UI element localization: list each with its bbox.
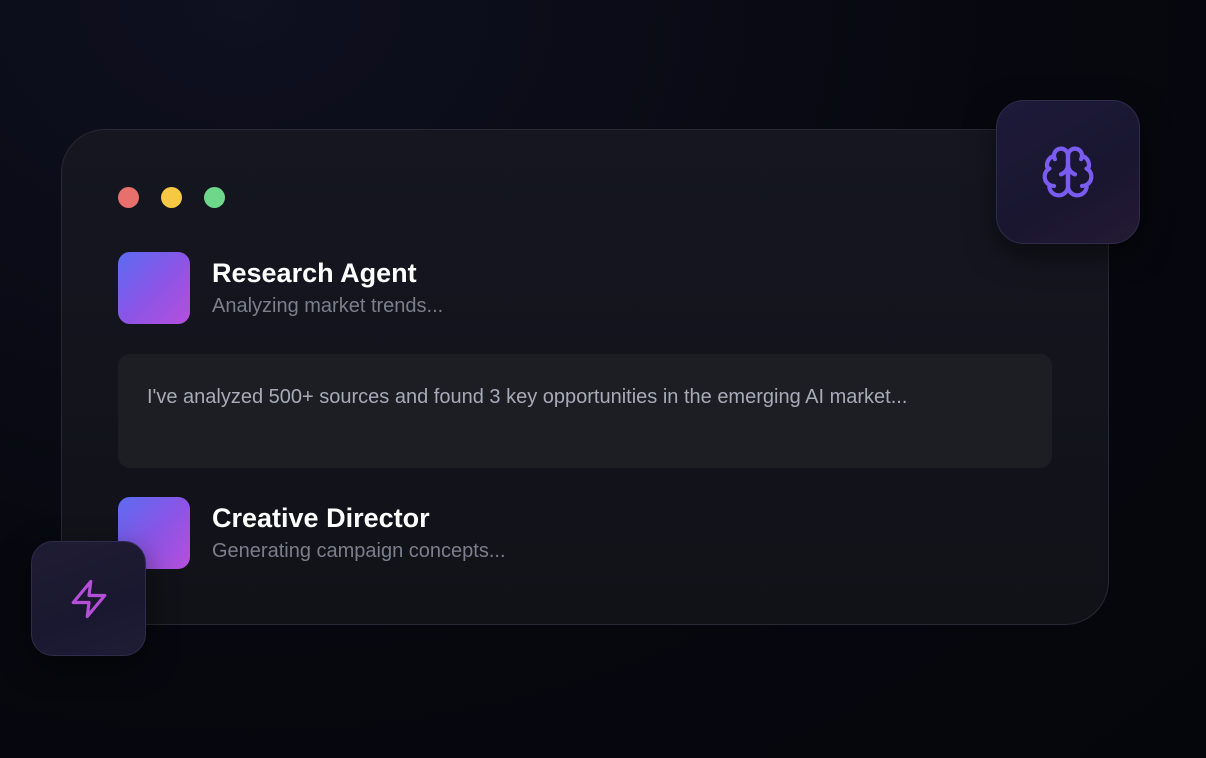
agent-name: Creative Director <box>212 503 430 533</box>
brain-badge <box>996 100 1140 244</box>
lightning-bolt-icon <box>71 579 106 618</box>
brain-icon <box>1042 146 1094 198</box>
maximize-window-dot[interactable] <box>204 187 225 208</box>
agent-status: Analyzing market trends... <box>212 295 444 317</box>
agent-activity-window: Research Agent Analyzing market trends..… <box>61 129 1109 625</box>
close-window-dot[interactable] <box>118 187 139 208</box>
agent-message-bubble: I've analyzed 500+ sources and found 3 k… <box>118 354 1052 468</box>
lightning-badge <box>31 541 146 656</box>
agent-avatar <box>118 252 190 324</box>
agent-row-creative: Creative Director Generating campaign co… <box>118 497 506 569</box>
agent-row-research: Research Agent Analyzing market trends..… <box>118 252 443 324</box>
minimize-window-dot[interactable] <box>161 187 182 208</box>
agent-status: Generating campaign concepts... <box>212 540 506 562</box>
window-controls <box>118 187 225 208</box>
agent-name: Research Agent <box>212 258 417 288</box>
